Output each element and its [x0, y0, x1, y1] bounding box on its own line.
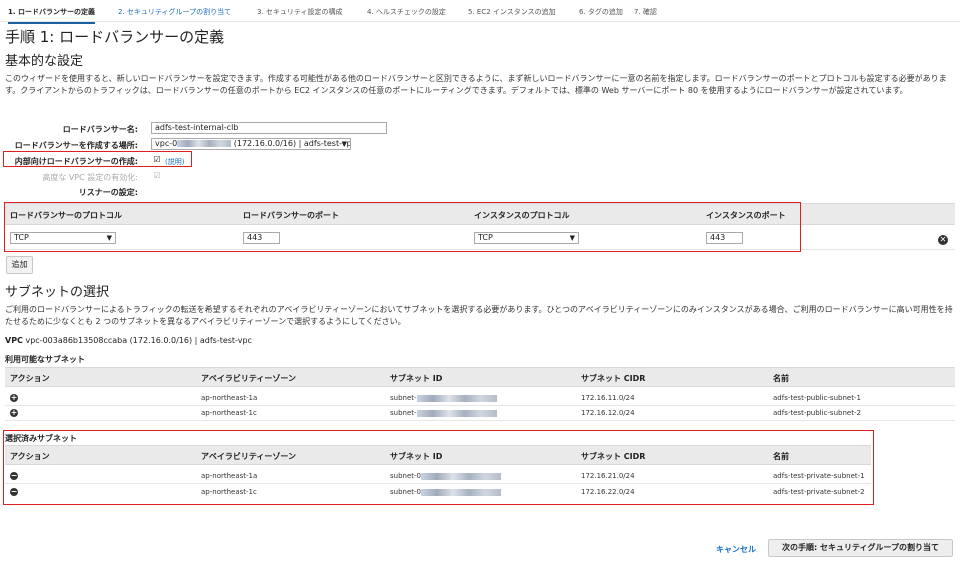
th-subnet-id: サブネット ID — [390, 374, 443, 383]
subnet-cidr: 172.16.21.0/24 — [581, 472, 635, 480]
th-subnet-cidr: サブネット CIDR — [581, 452, 646, 461]
subnet-name: adfs-test-public-subnet-2 — [773, 409, 861, 417]
vpc-select[interactable]: vpc-0 (172.16.0.0/16) | adfs-test-vpc ▼ — [151, 138, 351, 150]
step-review: 7. 確認 — [634, 8, 657, 16]
step-add-tags: 6. タグの追加 — [579, 8, 623, 16]
lb-protocol-value: TCP — [14, 233, 29, 242]
th-subnet-id: サブネット ID — [390, 452, 443, 461]
th-lb-port: ロードバランサーのポート — [243, 211, 339, 220]
subnet-name: adfs-test-private-subnet-1 — [773, 472, 865, 480]
redacted-subnet-id — [416, 409, 497, 417]
table-row-divider — [5, 420, 955, 421]
next-step-button[interactable]: 次の手順: セキュリティグループの割り当て — [768, 539, 953, 557]
subnet-id-prefix: subnet- — [390, 394, 417, 402]
th-subnet-cidr: サブネット CIDR — [581, 374, 646, 383]
step-configure-security-settings: 3. セキュリティ設定の構成 — [257, 8, 343, 16]
subnet-id-prefix: subnet- — [390, 409, 417, 417]
remove-listener-icon[interactable]: ✕ — [938, 235, 948, 245]
available-subnets-title: 利用可能なサブネット — [5, 355, 85, 364]
subnet-id: subnet-0 — [390, 488, 501, 496]
subnet-description: ご利用のロードバランサーによるトラフィックの転送を希望するそれぞれのアベイラビリ… — [5, 305, 953, 326]
subnet-cidr: 172.16.11.0/24 — [581, 394, 635, 402]
subnet-id: subnet- — [390, 394, 497, 402]
basic-settings-description: このウィザードを使用すると、新しいロードバランサーを設定できます。作成する可能性… — [5, 74, 947, 95]
internal-lb-label: 内部向けロードバランサーの作成: — [14, 157, 138, 166]
listener-row-divider — [5, 249, 955, 250]
subnet-cidr: 172.16.22.0/24 — [581, 488, 635, 496]
page-title: 手順 1: ロードバランサーの定義 — [5, 28, 225, 46]
add-listener-button[interactable]: 追加 — [6, 256, 33, 274]
subnet-az: ap-northeast-1a — [201, 472, 258, 480]
th-lb-protocol: ロードバランサーのプロトコル — [10, 211, 122, 220]
step-define-load-balancer[interactable]: 1. ロードバランサーの定義 — [8, 7, 95, 24]
subnet-id-prefix: subnet-0 — [390, 488, 421, 496]
th-name: 名前 — [773, 374, 789, 383]
vpc-info-label: VPC — [5, 336, 23, 345]
remove-subnet-icon[interactable]: − — [10, 472, 18, 480]
th-instance-port: インスタンスのポート — [706, 211, 786, 220]
th-action: アクション — [10, 374, 50, 383]
cancel-link[interactable]: キャンセル — [716, 544, 756, 555]
th-instance-protocol: インスタンスのプロトコル — [474, 211, 570, 220]
instance-protocol-select[interactable]: TCP ▼ — [474, 232, 579, 244]
step-configure-health-check: 4. ヘルスチェックの設定 — [367, 8, 446, 16]
internal-lb-checkbox[interactable]: ☑ — [153, 156, 161, 164]
vpc-select-prefix: vpc-0 — [155, 139, 178, 148]
available-subnets-header — [5, 367, 955, 387]
lb-name-label: ロードバランサー名: — [62, 125, 138, 134]
internal-lb-help-link[interactable]: (説明) — [165, 157, 184, 167]
basic-settings-heading: 基本的な設定 — [5, 54, 84, 69]
subnet-id: subnet- — [390, 409, 497, 417]
advanced-vpc-checkbox: ☑ — [153, 171, 161, 180]
subnet-az: ap-northeast-1c — [201, 409, 257, 417]
vpc-info: VPC vpc-003a86b13508ccaba (172.16.0.0/16… — [5, 336, 252, 345]
subnet-name: adfs-test-private-subnet-2 — [773, 488, 865, 496]
subnet-id: subnet-0 — [390, 472, 501, 480]
table-row-divider — [5, 483, 871, 484]
step-assign-security-groups[interactable]: 2. セキュリティグループの割り当て — [118, 7, 231, 17]
remove-subnet-icon[interactable]: − — [10, 488, 18, 496]
th-action: アクション — [10, 452, 50, 461]
table-row-divider — [5, 405, 955, 406]
subnet-name: adfs-test-public-subnet-1 — [773, 394, 861, 402]
th-name: 名前 — [773, 452, 789, 461]
advanced-vpc-label: 高度な VPC 設定の有効化: — [42, 173, 138, 182]
redacted-subnet-id — [416, 394, 497, 402]
lb-protocol-select[interactable]: TCP ▼ — [10, 232, 116, 244]
subnet-az: ap-northeast-1c — [201, 488, 257, 496]
th-az: アベイラビリティーゾーン — [201, 452, 296, 461]
lb-port-input[interactable]: 443 — [243, 232, 280, 244]
wizard-steps: 1. ロードバランサーの定義 2. セキュリティグループの割り当て 3. セキュ… — [0, 0, 960, 24]
subnet-az: ap-northeast-1a — [201, 394, 258, 402]
subnet-id-prefix: subnet-0 — [390, 472, 421, 480]
subnet-heading: サブネットの選択 — [5, 285, 110, 300]
subnet-cidr: 172.16.12.0/24 — [581, 409, 635, 417]
redacted-vpc-id — [177, 140, 232, 147]
vpc-select-suffix: (172.16.0.0/16) | adfs-test-vpc — [233, 139, 351, 148]
listener-settings-label: リスナーの設定: — [78, 188, 138, 197]
chevron-down-icon: ▼ — [569, 234, 575, 242]
add-subnet-icon[interactable]: + — [10, 394, 18, 402]
redacted-subnet-id — [421, 472, 501, 480]
step-add-ec2-instances: 5. EC2 インスタンスの追加 — [468, 8, 556, 16]
lb-location-label: ロードバランサーを作成する場所: — [14, 141, 138, 150]
th-az: アベイラビリティーゾーン — [201, 374, 296, 383]
selected-subnets-title: 選択済みサブネット — [5, 434, 77, 443]
vpc-info-value: vpc-003a86b13508ccaba (172.16.0.0/16) | … — [25, 336, 252, 345]
instance-protocol-value: TCP — [478, 233, 493, 242]
instance-port-input[interactable]: 443 — [706, 232, 743, 244]
add-subnet-icon[interactable]: + — [10, 409, 18, 417]
chevron-down-icon: ▼ — [106, 234, 112, 242]
redacted-subnet-id — [421, 488, 501, 496]
chevron-down-icon: ▼ — [341, 140, 347, 148]
lb-name-input[interactable]: adfs-test-internal-clb — [151, 122, 387, 134]
